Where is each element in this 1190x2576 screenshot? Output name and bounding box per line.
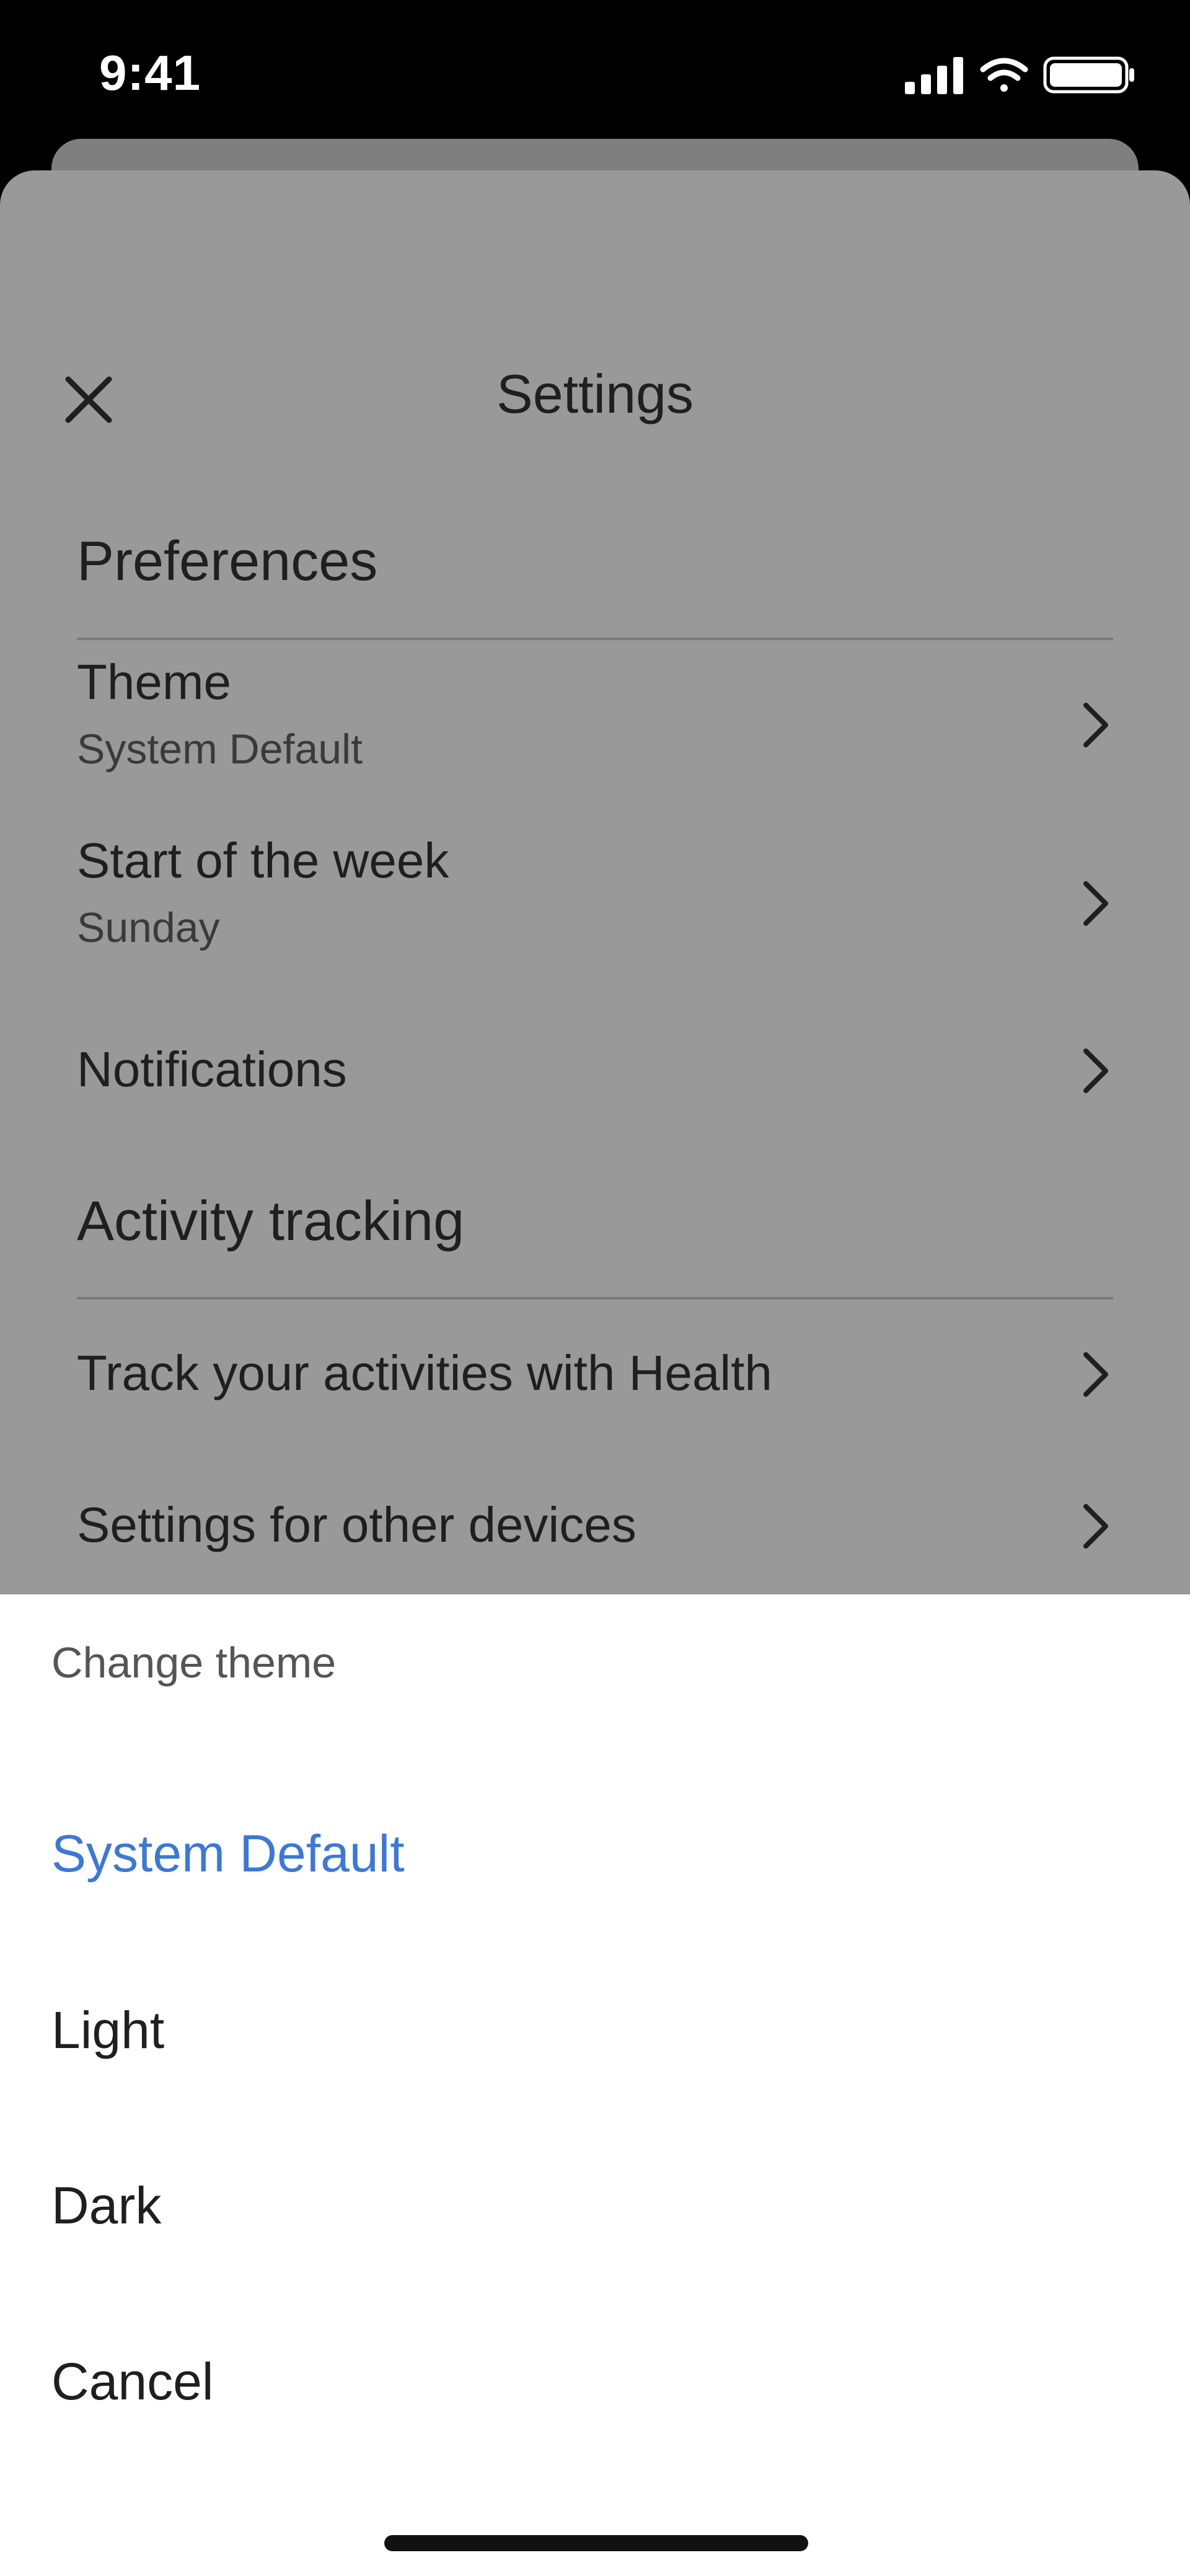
divider (77, 638, 1113, 640)
theme-action-sheet: Change theme System Default Light Dark C… (0, 1594, 1190, 2576)
divider (77, 1297, 1113, 1299)
row-title: Settings for other devices (77, 1497, 637, 1552)
other-devices-row[interactable]: Settings for other devices (77, 1497, 1113, 1596)
sheet-title: Change theme (51, 1638, 337, 1687)
track-activities-row[interactable]: Track your activities with Health (77, 1345, 1113, 1444)
option-light[interactable]: Light (51, 2000, 164, 2060)
status-icons (905, 55, 1140, 94)
wifi-icon (980, 58, 1028, 92)
row-value: Sunday (77, 904, 220, 951)
settings-sheet: Settings Preferences Theme System Defaul… (0, 170, 1190, 1596)
row-title: Notifications (77, 1042, 347, 1097)
row-value: System Default (77, 726, 363, 773)
option-system-default[interactable]: System Default (51, 1824, 405, 1884)
chevron-right-icon (1083, 1504, 1108, 1549)
cellular-signal-icon (905, 57, 963, 94)
status-bar: 9:41 (0, 0, 1190, 149)
chevron-right-icon (1083, 1048, 1108, 1093)
row-title: Start of the week (77, 833, 449, 888)
row-title: Theme (77, 654, 231, 710)
start-of-week-row[interactable]: Start of the week Sunday (77, 832, 1113, 987)
section-heading-activity: Activity tracking (77, 1190, 465, 1252)
section-heading-preferences: Preferences (77, 530, 378, 592)
notifications-row[interactable]: Notifications (77, 1041, 1113, 1140)
chevron-right-icon (1083, 1352, 1108, 1397)
theme-row[interactable]: Theme System Default (77, 654, 1113, 809)
page-title: Settings (496, 363, 694, 424)
option-dark[interactable]: Dark (51, 2176, 161, 2236)
battery-icon (1043, 56, 1134, 94)
status-time: 9:41 (99, 45, 201, 100)
chevron-right-icon (1083, 881, 1108, 926)
chevron-right-icon (1083, 703, 1108, 747)
cancel-button[interactable]: Cancel (51, 2352, 213, 2412)
row-title: Track your activities with Health (77, 1345, 772, 1400)
home-indicator[interactable] (384, 2535, 808, 2551)
